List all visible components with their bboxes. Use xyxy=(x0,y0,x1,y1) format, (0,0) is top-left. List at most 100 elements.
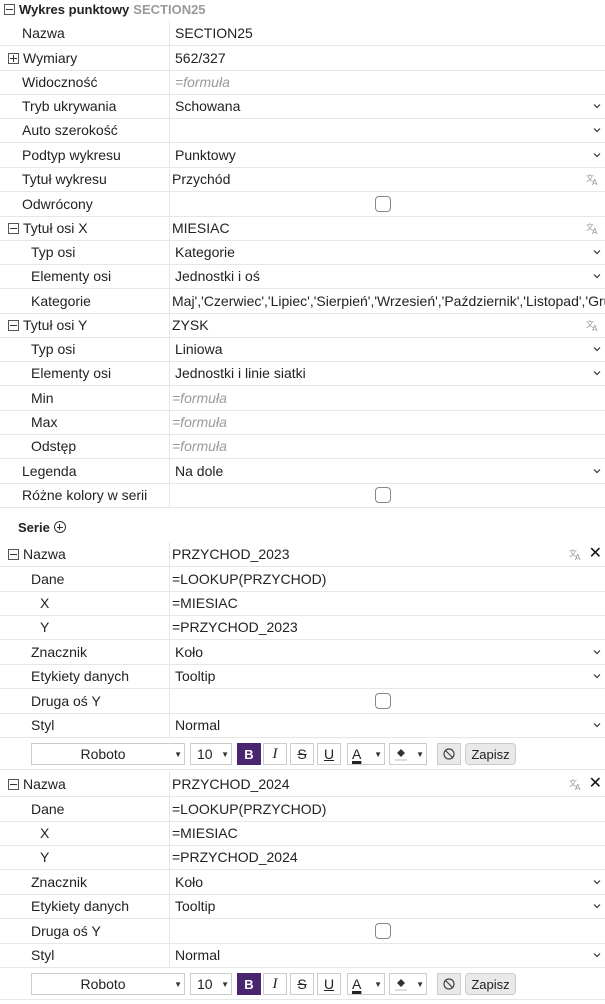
translate-icon[interactable]: 文A xyxy=(586,318,600,332)
chevron-down-icon xyxy=(593,723,601,728)
different-colors-checkbox[interactable] xyxy=(375,487,391,503)
section-title: Wykres punktowy xyxy=(19,1,130,17)
dimensions-field[interactable]: 562/327 xyxy=(171,46,605,70)
series-y-input[interactable]: =PRZYCHOD_2024 xyxy=(171,845,605,869)
fill-color-button[interactable]: ▼ xyxy=(389,973,427,995)
prop-label: Nazwa xyxy=(0,21,170,45)
series-row-nazwa: Nazwa PRZYCHOD_2023 文A ✕ xyxy=(0,542,605,567)
y-axis-title-input[interactable]: ZYSK 文A xyxy=(171,313,605,337)
strikethrough-button[interactable]: S xyxy=(290,973,314,995)
series-row-etykiety: Etykiety danych Tooltip xyxy=(0,664,605,689)
italic-button[interactable]: I xyxy=(263,743,287,765)
prop-label: Tryb ukrywania xyxy=(0,94,170,118)
expand-icon[interactable] xyxy=(8,52,19,64)
fill-color-button[interactable]: ▼ xyxy=(389,743,427,765)
second-y-axis-checkbox[interactable] xyxy=(375,693,391,709)
x-axis-title-input[interactable]: MIESIAC 文A xyxy=(171,216,605,240)
series-y-input[interactable]: =PRZYCHOD_2023 xyxy=(171,615,605,639)
format-toolbar: Roboto ▼ 10 ▼ B I S U A ▼ ▼ Zapisz xyxy=(0,969,605,1000)
interval-formula-input[interactable]: =formuła xyxy=(171,434,605,458)
chevron-down-icon xyxy=(593,650,601,655)
second-y-axis-checkbox[interactable] xyxy=(375,923,391,939)
bold-button[interactable]: B xyxy=(237,973,261,995)
prop-row-kategorie: Kategorie Maj','Czerwiec','Lipiec','Sier… xyxy=(0,289,605,314)
series-row-druga: Druga oś Y xyxy=(0,689,605,714)
bold-button[interactable]: B xyxy=(237,743,261,765)
prop-row-osx: Tytuł osi X MIESIAC 文A xyxy=(0,216,605,241)
reversed-checkbox[interactable] xyxy=(375,196,391,212)
italic-button[interactable]: I xyxy=(263,973,287,995)
marker-select[interactable]: Koło xyxy=(171,870,605,894)
prop-row-nazwa: Nazwa SECTION25 xyxy=(0,21,605,46)
prop-row-tytul: Tytuł wykresu Przychód 文A xyxy=(0,167,605,192)
visibility-formula-input[interactable]: =formuła xyxy=(171,70,605,94)
translate-icon[interactable]: 文A xyxy=(586,172,600,186)
x-axis-elements-select[interactable]: Jednostki i oś xyxy=(171,264,605,288)
chevron-down-icon xyxy=(593,674,601,679)
font-select[interactable]: Roboto ▼ xyxy=(31,973,185,995)
collapse-icon[interactable] xyxy=(8,319,19,331)
style-select[interactable]: Normal xyxy=(171,713,605,737)
style-select[interactable]: Normal xyxy=(171,943,605,967)
chart-subtype-select[interactable]: Punktowy xyxy=(171,143,605,167)
auto-width-select[interactable] xyxy=(171,118,605,142)
chart-title-input[interactable]: Przychód 文A xyxy=(171,167,605,191)
hide-mode-select[interactable]: Schowana xyxy=(171,94,605,118)
series-header: Serie xyxy=(18,518,66,536)
collapse-icon[interactable] xyxy=(4,3,15,15)
categories-input[interactable]: Maj','Czerwiec','Lipiec','Sierpień','Wrz… xyxy=(171,289,605,313)
close-icon[interactable]: ✕ xyxy=(589,776,602,792)
min-formula-input[interactable]: =formuła xyxy=(171,386,605,410)
prop-label: Znacznik xyxy=(0,640,170,664)
prop-row-osy: Tytuł osi Y ZYSK 文A xyxy=(0,313,605,338)
prop-label: Elementy osi xyxy=(0,361,170,385)
legend-select[interactable]: Na dole xyxy=(171,459,605,483)
text-color-button[interactable]: A ▼ xyxy=(347,973,385,995)
prop-label: Dane xyxy=(0,797,170,821)
collapse-icon[interactable] xyxy=(8,548,19,560)
prop-label: Nazwa xyxy=(23,546,66,562)
font-size-select[interactable]: 10 ▼ xyxy=(190,743,232,765)
close-icon[interactable]: ✕ xyxy=(589,546,602,562)
prop-label: Tytuł wykresu xyxy=(0,167,170,191)
add-series-icon[interactable] xyxy=(53,521,66,533)
no-color-icon xyxy=(443,748,455,760)
series-x-input[interactable]: =MIESIAC xyxy=(171,591,605,615)
series-row-nazwa: Nazwa PRZYCHOD_2024 文A ✕ xyxy=(0,772,605,797)
no-color-button[interactable] xyxy=(437,973,461,995)
collapse-icon[interactable] xyxy=(8,222,19,234)
save-button[interactable]: Zapisz xyxy=(465,743,516,765)
underline-button[interactable]: U xyxy=(317,743,341,765)
series-data-input[interactable]: =LOOKUP(PRZYCHOD) xyxy=(171,797,605,821)
font-select[interactable]: Roboto ▼ xyxy=(31,743,185,765)
text-color-button[interactable]: A ▼ xyxy=(347,743,385,765)
prop-label: Kategorie xyxy=(0,289,170,313)
data-labels-select[interactable]: Tooltip xyxy=(171,664,605,688)
translate-icon[interactable]: 文A xyxy=(569,777,583,791)
prop-label: Min xyxy=(0,386,170,410)
series-x-input[interactable]: =MIESIAC xyxy=(171,821,605,845)
marker-select[interactable]: Koło xyxy=(171,640,605,664)
data-labels-select[interactable]: Tooltip xyxy=(171,894,605,918)
series-title: Serie xyxy=(18,519,50,535)
series-data-input[interactable]: =LOOKUP(PRZYCHOD) xyxy=(171,567,605,591)
chevron-down-icon xyxy=(593,347,601,352)
y-axis-type-select[interactable]: Liniowa xyxy=(171,337,605,361)
series-row-etykiety: Etykiety danych Tooltip xyxy=(0,894,605,919)
y-axis-elements-select[interactable]: Jednostki i linie siatki xyxy=(171,361,605,385)
collapse-icon[interactable] xyxy=(8,778,19,790)
strikethrough-button[interactable]: S xyxy=(290,743,314,765)
name-field[interactable]: SECTION25 xyxy=(171,21,605,45)
no-color-button[interactable] xyxy=(437,743,461,765)
series-name-input[interactable]: PRZYCHOD_2024 文A ✕ xyxy=(171,772,605,796)
translate-icon[interactable]: 文A xyxy=(569,547,583,561)
underline-button[interactable]: U xyxy=(317,973,341,995)
max-formula-input[interactable]: =formuła xyxy=(171,410,605,434)
font-size-select[interactable]: 10 ▼ xyxy=(190,973,232,995)
series-name-input[interactable]: PRZYCHOD_2023 文A ✕ xyxy=(171,542,605,566)
paint-bucket-icon xyxy=(395,749,407,761)
x-axis-type-select[interactable]: Kategorie xyxy=(171,240,605,264)
save-button[interactable]: Zapisz xyxy=(465,973,516,995)
section-header[interactable]: Wykres punktowy SECTION25 xyxy=(4,0,206,18)
translate-icon[interactable]: 文A xyxy=(586,221,600,235)
